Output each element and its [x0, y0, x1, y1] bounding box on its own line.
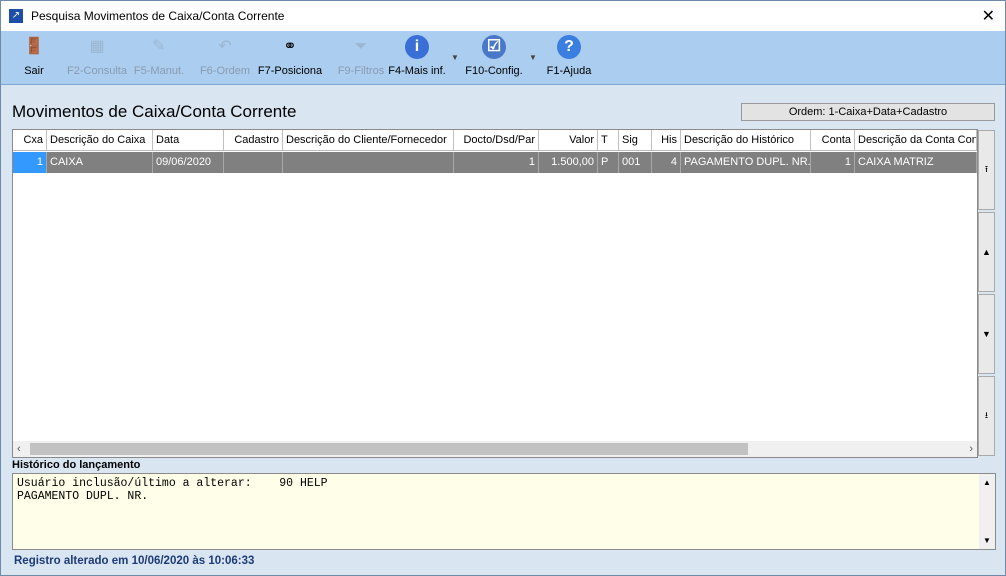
f6-ordem-button[interactable]: ↶ F6-Ordem [199, 35, 251, 77]
table-cell[interactable]: P [598, 152, 619, 173]
column-header[interactable]: Cadastro [224, 130, 283, 150]
table-cell[interactable]: 001 [619, 152, 652, 173]
scroll-thumb[interactable] [30, 443, 748, 455]
f4-dropdown-arrow-icon[interactable]: ▼ [451, 53, 459, 62]
help-icon: ? [557, 35, 581, 59]
history-line: PAGAMENTO DUPL. NR. [17, 490, 149, 503]
window-title: Pesquisa Movimentos de Caixa/Conta Corre… [31, 9, 285, 23]
horizontal-scrollbar[interactable]: ‹ › [13, 441, 977, 457]
column-header[interactable]: Descrição do Caixa [47, 130, 153, 150]
table-cell[interactable] [283, 152, 454, 173]
column-header[interactable]: Descrição da Conta Con [855, 130, 977, 150]
f10-dropdown-arrow-icon[interactable]: ▼ [529, 53, 537, 62]
toolbar-label: F5-Manut. [133, 65, 185, 77]
close-button[interactable]: ✕ [982, 6, 995, 26]
f9-filtros-button[interactable]: ⏷ F9-Filtros [330, 35, 392, 77]
column-header[interactable]: Docto/Dsd/Par [454, 130, 539, 150]
app-icon: ↗ [9, 9, 23, 23]
f2-consulta-button[interactable]: ▦ F2-Consulta [65, 35, 129, 77]
info-icon: i [405, 35, 429, 59]
scroll-left-icon[interactable]: ‹ [17, 441, 21, 457]
history-line: Usuário inclusão/último a alterar: 90 HE… [17, 477, 328, 490]
column-header[interactable]: Descrição do Cliente/Fornecedor [283, 130, 454, 150]
status-text: Registro alterado em 10/06/2020 às 10:06… [14, 555, 255, 567]
next-page-button[interactable]: ▼ [978, 294, 995, 374]
f7-posiciona-button[interactable]: ⚭ F7-Posiciona [257, 35, 323, 77]
history-label: Histórico do lançamento [12, 459, 141, 471]
column-header[interactable]: Data [153, 130, 224, 150]
memo-scrollbar[interactable]: ▲ ▼ [979, 474, 995, 549]
column-header[interactable]: Cxa [13, 130, 47, 150]
page-title: Movimentos de Caixa/Conta Corrente [12, 102, 297, 121]
undo-arrow-icon: ↶ [218, 38, 232, 55]
table-cell[interactable]: 1 [454, 152, 539, 173]
f5-manut-button[interactable]: ✎ F5-Manut. [133, 35, 185, 77]
column-header[interactable]: Sig [619, 130, 652, 150]
table-cell[interactable]: CAIXA [47, 152, 153, 173]
checklist-icon: ☑ [482, 35, 506, 59]
f10-config-button[interactable]: ☑ F10-Config. [464, 35, 524, 77]
table-cell[interactable]: PAGAMENTO DUPL. NR. [681, 152, 811, 173]
funnel-icon: ⏷ [354, 38, 368, 55]
toolbar-label: F7-Posiciona [257, 65, 323, 77]
order-indicator[interactable]: Ordem: 1-Caixa+Data+Cadastro [741, 103, 995, 121]
table-cell[interactable]: 1 [811, 152, 855, 173]
table-cell[interactable]: CAIXA MATRIZ [855, 152, 977, 173]
column-header[interactable]: Valor [539, 130, 598, 150]
last-record-button[interactable]: ⭳ [978, 376, 995, 456]
previous-page-button[interactable]: ▲ [978, 212, 995, 292]
movements-grid[interactable]: Cxa Descrição do Caixa Data Cadastro Descriç… [12, 129, 978, 458]
table-cell[interactable]: 09/06/2020 [153, 152, 224, 173]
scroll-right-icon[interactable]: › [969, 441, 973, 457]
edit-pencil-icon: ✎ [152, 38, 166, 55]
table-cell[interactable]: 4 [652, 152, 681, 173]
exit-door-icon: 🚪 [24, 38, 44, 55]
table-cell[interactable]: 1.500,00 [539, 152, 598, 173]
history-memo[interactable]: Usuário inclusão/último a alterar: 90 HE… [12, 473, 996, 550]
column-header[interactable]: His [652, 130, 681, 150]
first-record-button[interactable]: ⭱ [978, 130, 995, 210]
table-cell[interactable]: 1 [13, 152, 47, 173]
grid-search-icon: ▦ [89, 38, 105, 55]
f1-ajuda-button[interactable]: ? F1-Ajuda [545, 35, 593, 77]
toolbar-label: F1-Ajuda [546, 65, 592, 77]
sair-button[interactable]: 🚪 Sair [15, 35, 53, 77]
grid-header: Cxa Descrição do Caixa Data Cadastro Descriç… [13, 130, 977, 151]
toolbar-label: F10-Config. [465, 65, 523, 77]
table-row[interactable]: 1 CAIXA 09/06/2020 1 1.500,00 P 001 4 PAGAMENTO … [13, 152, 977, 173]
table-cell[interactable] [224, 152, 283, 173]
title-bar: ↗ Pesquisa Movimentos de Caixa/Conta Cor… [1, 1, 1005, 31]
toolbar-label: F6-Ordem [199, 65, 251, 77]
toolbar-label: Sair [24, 65, 44, 77]
f4-mais-inf-button[interactable]: i F4-Mais inf. [385, 35, 449, 77]
toolbar-label: F2-Consulta [67, 65, 127, 77]
toolbar-label: F4-Mais inf. [388, 65, 446, 77]
toolbar-label: F9-Filtros [337, 65, 385, 77]
toolbar: 🚪 Sair ▦ F2-Consulta ✎ F5-Manut. ↶ F6-Ordem ⚭ F7-… [1, 31, 1005, 85]
column-header[interactable]: Descrição do Histórico [681, 130, 811, 150]
column-header[interactable]: Conta [811, 130, 855, 150]
column-header[interactable]: T [598, 130, 619, 150]
binoculars-icon: ⚭ [283, 38, 297, 55]
